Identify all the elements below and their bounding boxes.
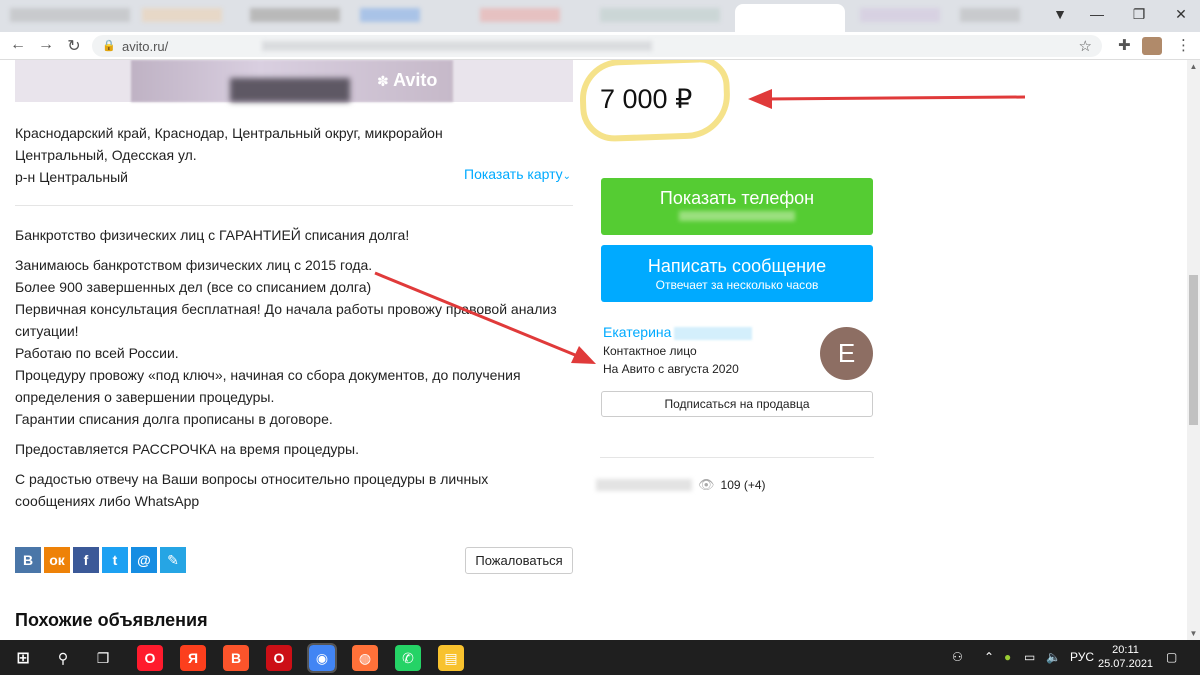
windows-taskbar: ⊞ ⚲ ❐ O Я B O ◉ ◍ ✆ ▤ ⚇ ⌃ ● ▭ 🔈 РУС 20:11 25.07… <box>0 640 1200 675</box>
url-text: avito.ru/ <box>122 39 169 54</box>
arrow-to-price <box>764 95 1026 101</box>
volume-icon[interactable]: 🔈 <box>1046 650 1061 664</box>
scroll-up-icon[interactable]: ▲ <box>1187 62 1200 71</box>
scrollbar-thumb[interactable] <box>1189 275 1198 425</box>
tab-blurred[interactable] <box>142 8 222 22</box>
network-icon[interactable]: ▭ <box>1024 650 1035 664</box>
close-button[interactable]: ✕ <box>1166 6 1196 23</box>
windows-start-icon[interactable]: ⊞ <box>10 645 36 671</box>
reload-button[interactable]: ↻ <box>64 36 84 56</box>
tab-blurred[interactable] <box>960 8 1020 22</box>
opera-gx-icon[interactable]: O <box>266 645 292 671</box>
bookmark-star-icon[interactable]: ☆ <box>1079 37 1092 55</box>
tab-menu-icon[interactable]: ▼ <box>1045 6 1075 22</box>
taskbar-clock[interactable]: 20:11 25.07.2021 <box>1098 643 1153 671</box>
file-explorer-icon[interactable]: ▤ <box>438 645 464 671</box>
tab-blurred[interactable] <box>10 8 130 22</box>
firefox-icon[interactable]: ◍ <box>352 645 378 671</box>
tab-blurred[interactable] <box>480 8 560 22</box>
page-content: ✽ Avito Краснодарский край, Краснодар, Ц… <box>0 60 1187 640</box>
search-icon[interactable]: ⚲ <box>50 645 76 671</box>
forward-button[interactable]: → <box>36 36 56 54</box>
address-bar-row: ← → ↻ 🔒 avito.ru/ ☆ <box>0 32 1200 60</box>
active-tab[interactable] <box>735 4 845 32</box>
date: 25.07.2021 <box>1098 658 1154 670</box>
lock-icon: 🔒 <box>102 40 116 52</box>
url-input[interactable]: 🔒 avito.ru/ ☆ <box>92 35 1102 57</box>
scroll-down-icon[interactable]: ▼ <box>1187 629 1200 638</box>
time: 20:11 <box>1112 644 1139 656</box>
opera-icon[interactable]: O <box>137 645 163 671</box>
tray-app-icon[interactable]: ● <box>1004 650 1011 664</box>
language-indicator[interactable]: РУС <box>1070 650 1094 664</box>
tab-blurred[interactable] <box>250 8 340 22</box>
arrow-to-price-head <box>748 89 772 109</box>
url-blurred <box>262 41 652 51</box>
yandex-icon[interactable]: Я <box>180 645 206 671</box>
extensions-icon[interactable]: ✚ <box>1118 36 1131 54</box>
page-scrollbar[interactable]: ▲ ▼ <box>1187 60 1200 640</box>
annotation-arrows <box>374 89 1026 364</box>
restore-button[interactable]: ❐ <box>1124 6 1154 23</box>
browser-menu-icon[interactable]: ⋮ <box>1176 36 1191 54</box>
tray-chevron-icon[interactable]: ⌃ <box>984 650 994 664</box>
browser-tab-strip: ▼ — ❐ ✕ <box>0 0 1200 32</box>
tab-blurred[interactable] <box>600 8 720 22</box>
whatsapp-icon[interactable]: ✆ <box>395 645 421 671</box>
minimize-button[interactable]: — <box>1082 6 1112 22</box>
brave-icon[interactable]: B <box>223 645 249 671</box>
profile-avatar[interactable] <box>1142 37 1162 55</box>
notifications-icon[interactable]: ▢ <box>1166 650 1177 664</box>
chrome-icon[interactable]: ◉ <box>307 643 337 673</box>
tab-blurred[interactable] <box>360 8 420 22</box>
task-view-icon[interactable]: ❐ <box>90 645 116 671</box>
arrow-to-seller <box>374 271 581 359</box>
people-icon[interactable]: ⚇ <box>952 650 963 664</box>
back-button[interactable]: ← <box>8 36 28 54</box>
tab-blurred[interactable] <box>860 8 940 22</box>
